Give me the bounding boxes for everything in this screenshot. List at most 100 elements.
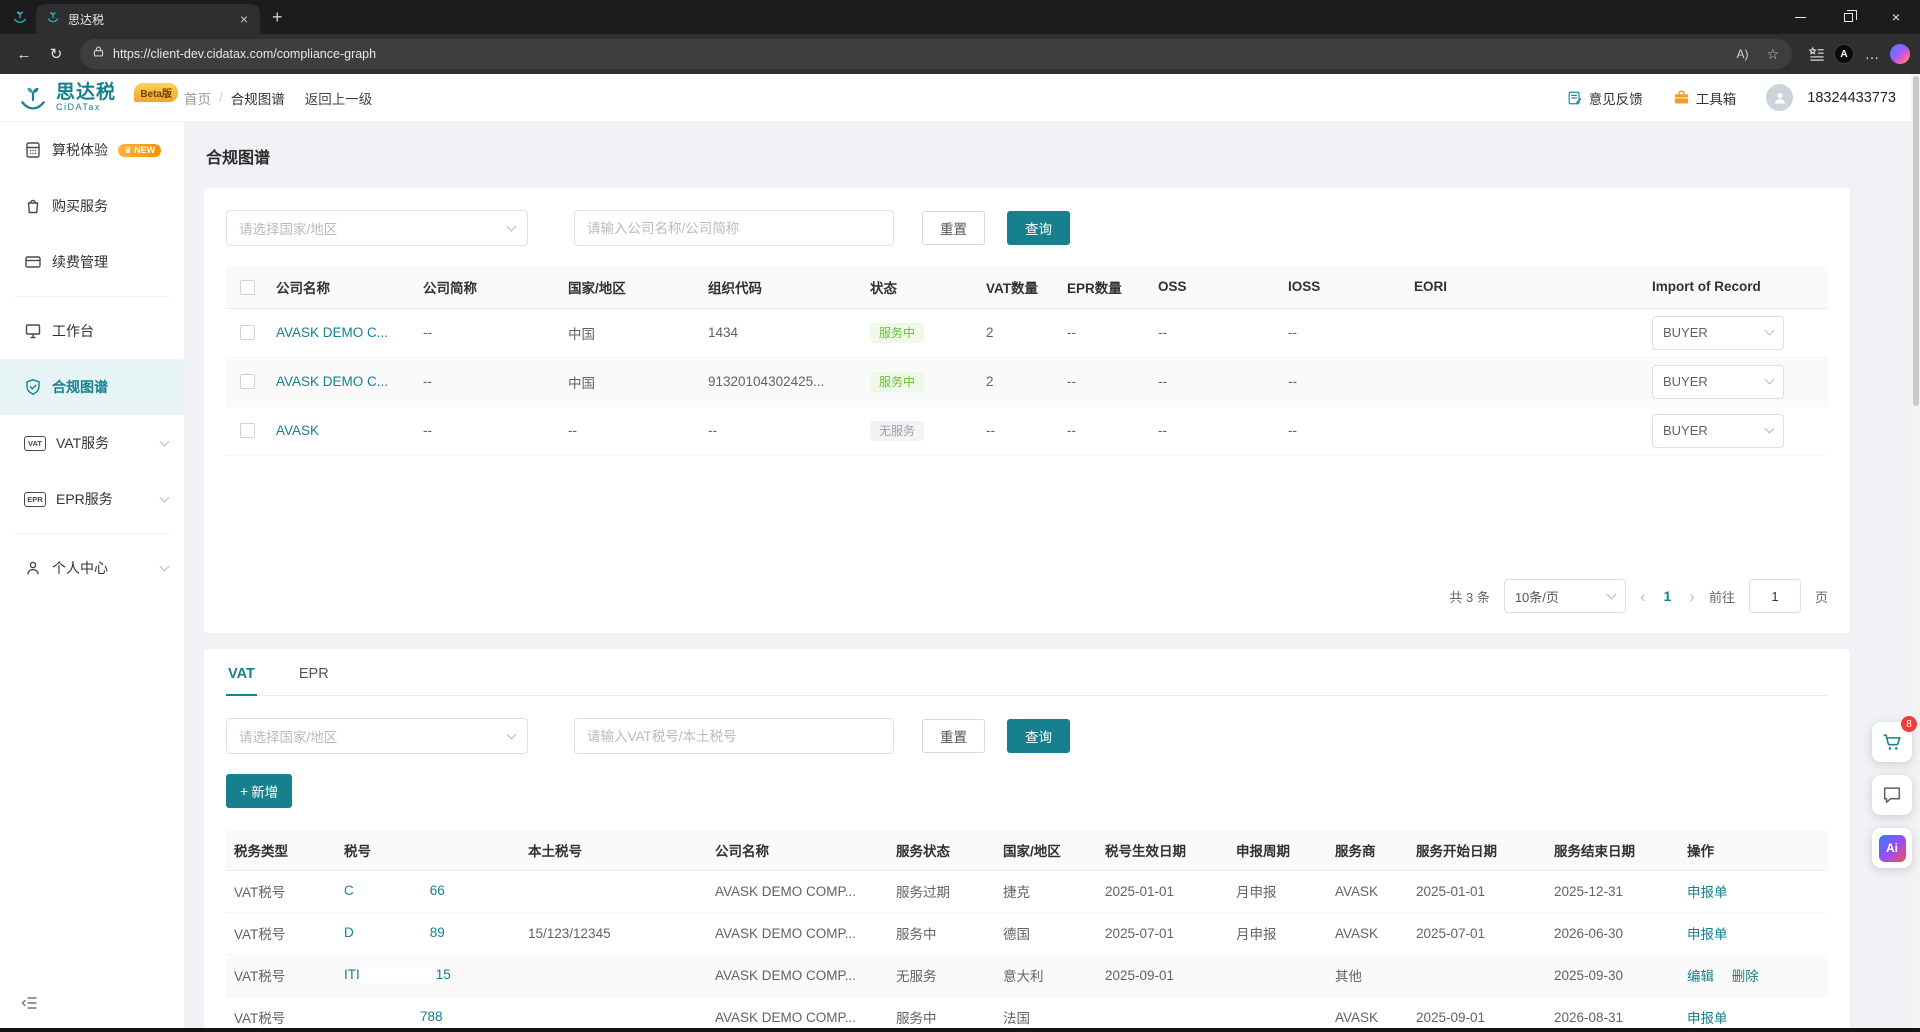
feedback-icon [1567, 90, 1583, 106]
import-of-record-select[interactable]: BUYER [1652, 316, 1784, 350]
page-title: 合规图谱 [206, 144, 1850, 168]
status-badge: 服务中 [870, 323, 924, 343]
settings-ellipsis-icon[interactable]: … [1858, 40, 1886, 68]
sidebar-item-epr-service[interactable]: EPR EPR服务 [0, 471, 184, 527]
tax-number-link[interactable]: C66 [344, 883, 445, 898]
toolbox-button[interactable]: 工具箱 [1673, 88, 1737, 108]
service-status: 无服务 [888, 954, 995, 996]
tab-epr[interactable]: EPR [297, 649, 331, 695]
select-all-checkbox[interactable] [240, 280, 255, 295]
goto-page-input[interactable] [1749, 579, 1801, 613]
table-row: AVASK -- -- -- 无服务 -- -- -- -- BUYER [226, 406, 1828, 455]
window-close-button[interactable]: × [1872, 0, 1920, 34]
tax-number-link[interactable]: D89 [344, 925, 445, 940]
row-checkbox[interactable] [240, 325, 255, 340]
service-status: 服务过期 [888, 870, 995, 912]
filing-form-link[interactable]: 申报单 [1687, 927, 1728, 942]
collections-icon[interactable] [1802, 40, 1830, 68]
country-select[interactable]: 请选择国家/地区 [226, 210, 528, 246]
tax-country-select[interactable]: 请选择国家/地区 [226, 718, 528, 754]
breadcrumb-home[interactable]: 首页 [184, 88, 211, 108]
sidebar-divider [14, 533, 170, 534]
col-filing-cycle: 申报周期 [1228, 830, 1327, 870]
sidebar-item-workbench[interactable]: 工作台 [0, 303, 184, 359]
col-epr-count: EPR数量 [1059, 266, 1150, 308]
tax-search-button[interactable]: 查询 [1007, 719, 1070, 753]
page-number-current[interactable]: 1 [1660, 588, 1676, 604]
address-bar[interactable]: https://client-dev.cidatax.com/complianc… [80, 39, 1792, 69]
browser-tab[interactable]: 思达税 × [36, 4, 260, 34]
vat-icon: VAT [24, 436, 46, 451]
extension-icon[interactable]: A [1834, 44, 1854, 64]
next-page-button[interactable]: › [1689, 588, 1695, 605]
site-info-icon[interactable] [92, 45, 105, 63]
page-scrollbar[interactable] [1911, 74, 1920, 1028]
tax-number-link[interactable]: 788 [344, 1009, 443, 1024]
import-of-record-select[interactable]: BUYER [1652, 365, 1784, 399]
back-icon[interactable]: ← [10, 40, 38, 68]
restore-icon [1844, 13, 1853, 22]
sidebar-item-compliance-graph[interactable]: 合规图谱 [0, 359, 184, 415]
filing-form-link[interactable]: 申报单 [1687, 885, 1728, 900]
company-name-link[interactable]: AVASK [276, 423, 319, 438]
sidebar-item-label: EPR服务 [56, 489, 113, 509]
tax-number-link[interactable]: ITI15 [344, 967, 451, 982]
add-tax-button[interactable]: + 新增 [226, 774, 292, 808]
app-logo[interactable]: 思达税 CiDATax Beta版 [18, 83, 170, 113]
scrollbar-thumb[interactable] [1913, 76, 1919, 406]
calculator-icon [24, 141, 42, 159]
status-badge: 服务中 [870, 372, 924, 392]
sidebar-item-tax-trial[interactable]: 算税体验 ♛NEW [0, 122, 184, 178]
filing-form-link[interactable]: 申报单 [1687, 1011, 1728, 1026]
app-header: 思达税 CiDATax Beta版 首页 / 合规图谱 返回上一级 意见反馈 工… [0, 74, 1920, 122]
window-minimize-button[interactable] [1776, 0, 1824, 34]
refresh-icon[interactable]: ↻ [42, 40, 70, 68]
page-size-select[interactable]: 10条/页 [1504, 579, 1626, 613]
row-checkbox[interactable] [240, 374, 255, 389]
reset-button[interactable]: 重置 [922, 211, 985, 245]
toolbox-label: 工具箱 [1696, 88, 1737, 108]
company-search-input[interactable] [574, 210, 894, 246]
support-chat-button[interactable] [1872, 775, 1912, 815]
account-menu[interactable]: 18324433773 [1766, 84, 1896, 111]
tax-reset-button[interactable]: 重置 [922, 719, 985, 753]
epr-icon: EPR [24, 492, 46, 507]
window-restore-button[interactable] [1824, 0, 1872, 34]
compliance-graph-icon [24, 378, 42, 396]
url-text[interactable]: https://client-dev.cidatax.com/complianc… [113, 47, 376, 61]
ai-assistant-button[interactable]: Ai [1872, 828, 1912, 868]
tax-number-search-input[interactable] [574, 718, 894, 754]
company-name-link[interactable]: AVASK DEMO C... [276, 374, 388, 389]
sidebar-collapse-button[interactable] [20, 995, 38, 1016]
col-ioss: IOSS [1280, 266, 1406, 308]
company-table: 公司名称 公司简称 国家/地区 组织代码 状态 VAT数量 EPR数量 OSS … [226, 266, 1828, 456]
tab-close-icon[interactable]: × [236, 11, 252, 27]
new-tab-button[interactable]: + [272, 8, 283, 26]
sidebar-item-purchase[interactable]: 购买服务 [0, 178, 184, 234]
import-of-record-select[interactable]: BUYER [1652, 414, 1784, 448]
breadcrumb-back-link[interactable]: 返回上一级 [305, 88, 373, 108]
feedback-button[interactable]: 意见反馈 [1567, 88, 1643, 108]
cart-button[interactable]: 8 [1872, 722, 1912, 762]
read-aloud-icon[interactable]: A) [1731, 47, 1753, 61]
copilot-icon[interactable] [1890, 44, 1910, 64]
new-badge: ♛NEW [118, 144, 161, 157]
col-country: 国家/地区 [995, 830, 1097, 870]
col-country: 国家/地区 [560, 266, 700, 308]
row-checkbox[interactable] [240, 423, 255, 438]
sidebar-item-vat-service[interactable]: VAT VAT服务 [0, 415, 184, 471]
delete-link[interactable]: 删除 [1732, 969, 1759, 984]
company-name-link[interactable]: AVASK DEMO C... [276, 325, 388, 340]
redaction-mask [354, 925, 430, 941]
sidebar-item-renewal[interactable]: 续费管理 [0, 234, 184, 290]
search-button[interactable]: 查询 [1007, 211, 1070, 245]
sidebar-item-personal-center[interactable]: 个人中心 [0, 540, 184, 596]
account-phone: 18324433773 [1807, 90, 1896, 106]
col-service-start: 服务开始日期 [1408, 830, 1546, 870]
col-service-end: 服务结束日期 [1546, 830, 1679, 870]
edit-link[interactable]: 编辑 [1687, 969, 1714, 984]
favorite-star-icon[interactable]: ☆ [1761, 46, 1784, 63]
tab-vat[interactable]: VAT [226, 649, 257, 695]
prev-page-button[interactable]: ‹ [1640, 588, 1646, 605]
chevron-down-icon [1606, 589, 1616, 599]
